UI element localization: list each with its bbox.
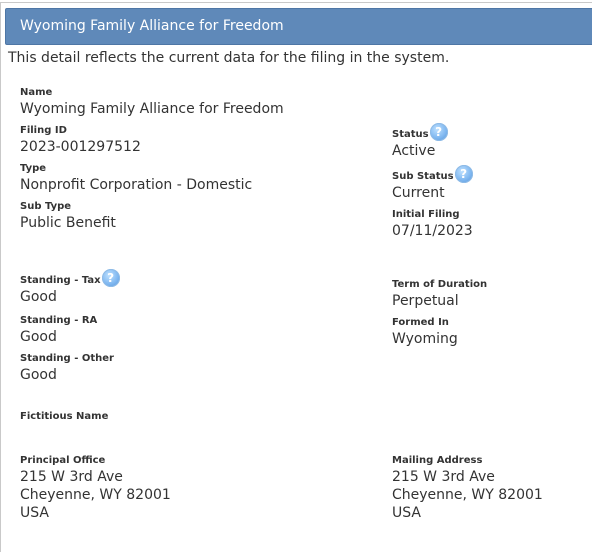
sub-status-value: Current <box>392 185 445 201</box>
mailing-address-line: USA <box>392 505 421 521</box>
filing-id-value: 2023-001297512 <box>20 139 141 155</box>
type-label: Type <box>20 163 47 174</box>
window-border-left <box>0 2 1 552</box>
filing-header-bar: Wyoming Family Alliance for Freedom <box>5 8 592 45</box>
mailing-address-line: Cheyenne, WY 82001 <box>392 487 543 503</box>
field-sub-status: Sub Status ? Current <box>392 165 473 202</box>
field-fictitious-name: Fictitious Name <box>20 410 108 424</box>
field-name: Name Wyoming Family Alliance for Freedom <box>20 86 284 118</box>
status-label-row: Status ? <box>392 123 448 142</box>
formed-in-label: Formed In <box>392 317 449 328</box>
status-value: Active <box>392 143 436 159</box>
formed-in-value: Wyoming <box>392 331 458 347</box>
field-initial-filing: Initial Filing 07/11/2023 <box>392 208 473 240</box>
field-principal-office: Principal Office 215 W 3rd Ave Cheyenne,… <box>20 454 171 522</box>
help-icon[interactable]: ? <box>101 269 120 287</box>
field-type: Type Nonprofit Corporation - Domestic <box>20 162 252 194</box>
sub-status-label: Sub Status <box>392 171 454 182</box>
status-label: Status <box>392 129 429 140</box>
field-status: Status ? Active <box>392 123 448 160</box>
field-standing-tax: Standing - Tax ? Good <box>20 269 120 306</box>
sub-type-label: Sub Type <box>20 201 72 212</box>
standing-ra-value: Good <box>20 329 57 345</box>
principal-office-line: Cheyenne, WY 82001 <box>20 487 171 503</box>
field-standing-ra: Standing - RA Good <box>20 314 97 346</box>
type-value: Nonprofit Corporation - Domestic <box>20 177 253 193</box>
field-mailing-address: Mailing Address 215 W 3rd Ave Cheyenne, … <box>392 454 543 522</box>
standing-other-label: Standing - Other <box>20 353 114 364</box>
field-term-of-duration: Term of Duration Perpetual <box>392 278 487 310</box>
help-icon[interactable]: ? <box>454 165 473 183</box>
intro-text: This detail reflects the current data fo… <box>8 50 450 66</box>
sub-status-label-row: Sub Status ? <box>392 165 473 184</box>
term-of-duration-value: Perpetual <box>392 293 459 309</box>
standing-other-value: Good <box>20 367 57 383</box>
field-formed-in: Formed In Wyoming <box>392 316 458 348</box>
window-border-top <box>0 2 592 3</box>
name-value: Wyoming Family Alliance for Freedom <box>20 101 284 117</box>
help-icon[interactable]: ? <box>429 123 448 141</box>
principal-office-line: 215 W 3rd Ave <box>20 469 123 485</box>
principal-office-label: Principal Office <box>20 455 106 466</box>
filing-title: Wyoming Family Alliance for Freedom <box>20 18 284 34</box>
field-standing-other: Standing - Other Good <box>20 352 114 384</box>
name-label: Name <box>20 87 53 98</box>
principal-office-line: USA <box>20 505 49 521</box>
sub-type-value: Public Benefit <box>20 215 116 231</box>
initial-filing-value: 07/11/2023 <box>392 223 473 239</box>
term-of-duration-label: Term of Duration <box>392 279 488 290</box>
standing-tax-label-row: Standing - Tax ? <box>20 269 120 288</box>
mailing-address-line: 215 W 3rd Ave <box>392 469 495 485</box>
standing-ra-label: Standing - RA <box>20 315 98 326</box>
standing-tax-value: Good <box>20 289 57 305</box>
mailing-address-label: Mailing Address <box>392 455 483 466</box>
field-filing-id: Filing ID 2023-001297512 <box>20 124 141 156</box>
standing-tax-label: Standing - Tax <box>20 275 101 286</box>
field-sub-type: Sub Type Public Benefit <box>20 200 116 232</box>
initial-filing-label: Initial Filing <box>392 209 460 220</box>
filing-id-label: Filing ID <box>20 125 67 136</box>
fictitious-name-label: Fictitious Name <box>20 411 109 422</box>
